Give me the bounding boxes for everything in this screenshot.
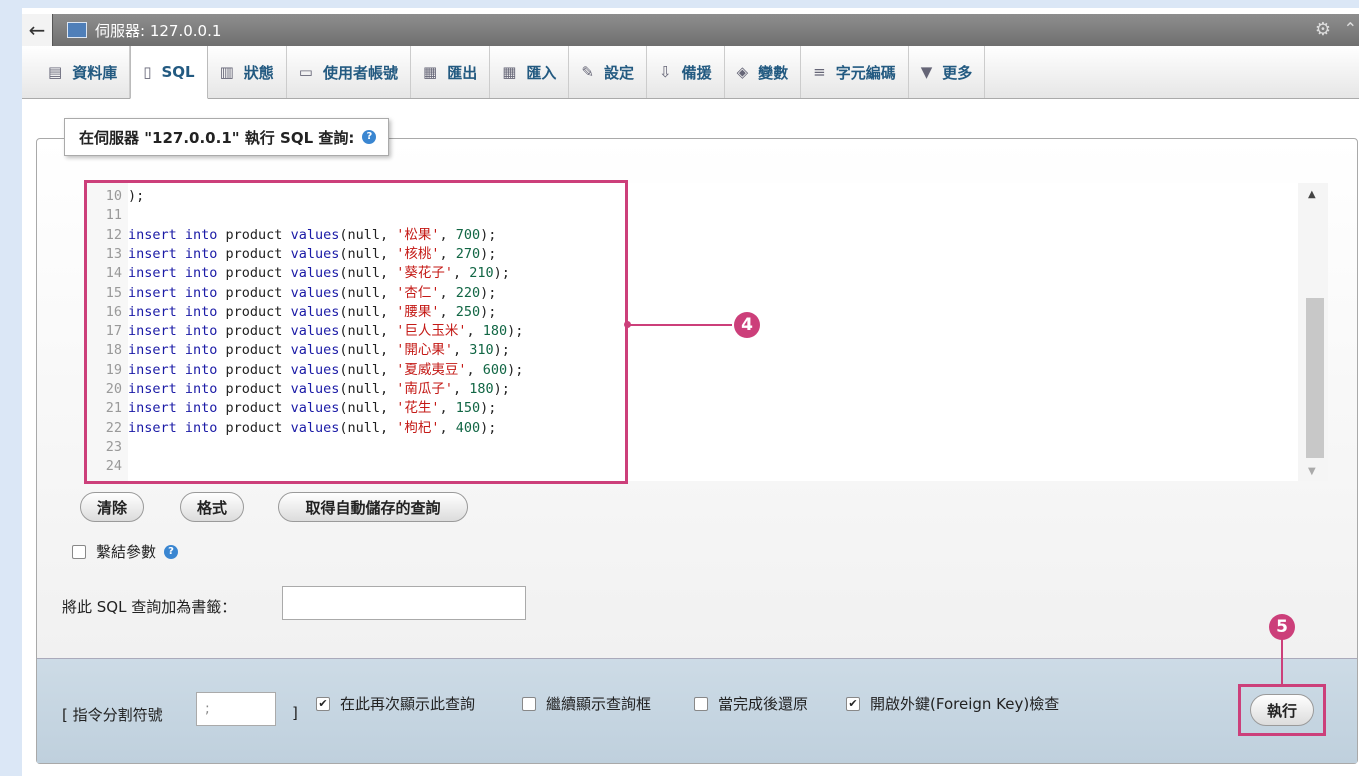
tab-import[interactable]: ▦ 匯入 [490,46,570,98]
get-autosaved-query-button[interactable]: 取得自動儲存的查詢 [278,492,468,522]
replication-icon: ⇩ [659,63,672,81]
bookmark-label: 將此 SQL 查詢加為書籤： [62,598,237,616]
tab-label: 更多 [942,63,973,82]
bind-params-option[interactable]: 繫結參數 ? [72,541,179,562]
format-button[interactable]: 格式 [180,492,244,522]
status-icon: ▥ [219,63,234,81]
foreign-key-checkbox[interactable]: ✔ [846,696,860,711]
foreign-key-option[interactable]: ✔ 開啟外鍵(Foreign Key)檢查 [846,693,1059,714]
tab-label: 備援 [681,63,712,82]
tab-export[interactable]: ▦ 匯出 [411,46,491,98]
tab-label: 字元編碼 [835,63,896,82]
scroll-down-icon[interactable]: ▼ [1308,466,1316,477]
rollback-label: 當完成後還原 [718,695,809,713]
show-query-label: 在此再次顯示此查詢 [340,695,476,713]
callout-4-highlight [84,180,628,484]
tab-label: 資料庫 [72,63,118,82]
rollback-option[interactable]: 當完成後還原 [694,693,808,714]
bind-params-label: 繫結參數 [96,543,157,561]
tab-label: 使用者帳號 [322,63,398,82]
help-icon[interactable]: ? [164,544,179,559]
delimiter-close-bracket: ] [292,704,298,722]
bookmark-input[interactable] [282,586,526,620]
callout-4-badge: 4 [734,312,760,338]
clear-button[interactable]: 清除 [80,492,144,522]
tab-sql[interactable]: ▯ SQL [130,46,208,99]
server-titlebar: ← 伺服器: 127.0.0.1 ⚙ ⌃ [22,14,1359,46]
show-query-checkbox[interactable]: ✔ [316,696,330,711]
go-button[interactable]: 執行 [1250,694,1314,726]
more-icon: ▼ [920,63,933,81]
user-accounts-icon: ▭ [298,63,313,81]
tab-status[interactable]: ▥ 狀態 [208,46,287,98]
sql-icon: ▯ [143,63,152,81]
back-arrow-button[interactable]: ← [22,14,53,46]
show-query-option[interactable]: ✔ 在此再次顯示此查詢 [316,693,475,714]
callout-5-badge: 5 [1269,614,1295,640]
callout-4-anchor [624,321,631,328]
editor-scrollbar[interactable]: ▲ ▼ [1298,183,1328,481]
tab-label: 狀態 [243,63,274,82]
foreign-key-label: 開啟外鍵(Foreign Key)檢查 [870,695,1060,713]
tab-label: SQL [161,63,195,81]
settings-icon: ✎ [581,63,594,81]
tab-database[interactable]: ▤ 資料庫 [22,46,131,98]
tab-more[interactable]: ▼ 更多 [909,46,986,98]
collapse-icon[interactable]: ⌃ [1344,19,1357,38]
legend-text: 在伺服器 "127.0.0.1" 執行 SQL 查詢: [79,128,355,147]
tab-user-accounts[interactable]: ▭ 使用者帳號 [287,46,411,98]
callout-4-leader [628,324,732,326]
tab-settings[interactable]: ✎ 設定 [569,46,647,98]
scroll-up-icon[interactable]: ▲ [1308,189,1316,200]
export-icon: ▦ [423,63,438,81]
delimiter-input[interactable]: ; [196,692,276,726]
server-icon [67,22,87,38]
import-icon: ▦ [502,63,517,81]
tab-label: 設定 [603,63,634,82]
retain-box-label: 繼續顯示查詢框 [546,695,652,713]
retain-box-option[interactable]: 繼續顯示查詢框 [522,693,651,714]
gear-icon[interactable]: ⚙ [1315,19,1331,40]
tab-label: 變數 [758,63,789,82]
rollback-checkbox[interactable] [694,696,708,711]
tab-replication[interactable]: ⇩ 備援 [647,46,725,98]
tab-charset[interactable]: ≡ 字元編碼 [801,46,909,98]
database-icon: ▤ [48,63,63,81]
variables-icon: ◈ [736,63,749,81]
server-label[interactable]: 伺服器: 127.0.0.1 [95,20,221,41]
left-border [0,0,22,776]
help-icon[interactable]: ? [362,130,377,144]
callout-5-leader [1281,636,1283,684]
tab-label: 匯出 [447,63,478,82]
main-tabs: ▤ 資料庫 ▯ SQL ▥ 狀態 ▭ 使用者帳號 ▦ 匯出 ▦ 匯入 ✎ 設定 ⇩ 備援 ◈ 變數 ≡ 字元編碼 ▼ 更多 [22,46,1359,99]
top-border [0,0,1359,8]
charset-icon: ≡ [813,63,826,81]
retain-box-checkbox[interactable] [522,696,536,711]
bind-params-checkbox[interactable] [72,544,86,559]
delimiter-label: [ 指令分割符號 [62,706,163,724]
tab-label: 匯入 [526,63,557,82]
tab-variables[interactable]: ◈ 變數 [725,46,802,98]
scrollbar-thumb[interactable] [1306,298,1324,458]
query-panel-legend: 在伺服器 "127.0.0.1" 執行 SQL 查詢: ? [64,118,390,156]
